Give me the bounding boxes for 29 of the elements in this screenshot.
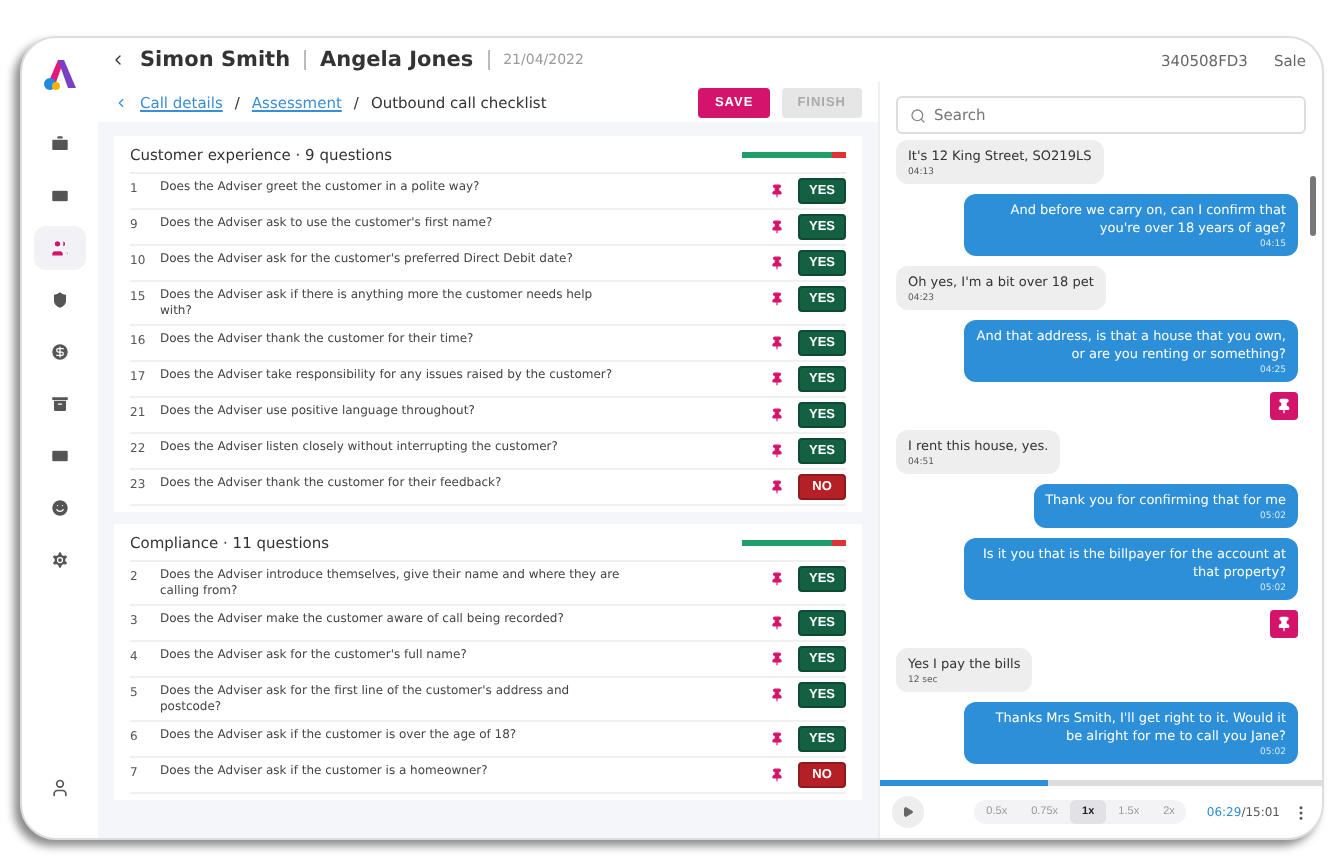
people-icon[interactable] [34, 226, 86, 270]
logo-icon [40, 54, 80, 94]
play-icon [902, 806, 914, 818]
pin-icon[interactable] [770, 372, 784, 386]
playback-track[interactable] [880, 780, 1322, 786]
adviser-name: Simon Smith [140, 48, 291, 72]
pin-icon[interactable] [770, 652, 784, 666]
pin-icon[interactable] [770, 688, 784, 702]
pin-button[interactable] [1270, 392, 1298, 420]
pin-icon[interactable] [770, 480, 784, 494]
pin-icon[interactable] [770, 408, 784, 422]
scrollbar-thumb[interactable] [1310, 176, 1316, 236]
customer-name: Angela Jones [320, 48, 474, 72]
search-icon [910, 107, 926, 123]
pin-icon[interactable] [770, 444, 784, 458]
pin-button[interactable] [1270, 610, 1298, 638]
pin-icon[interactable] [770, 616, 784, 630]
pin-icon[interactable] [770, 292, 784, 306]
pin-icon [1276, 616, 1292, 632]
back-icon[interactable] [110, 52, 126, 68]
pin-icon[interactable] [770, 184, 784, 198]
pin-icon[interactable] [770, 220, 784, 234]
pin-icon[interactable] [770, 336, 784, 350]
pin-icon[interactable] [770, 572, 784, 586]
pin-icon[interactable] [770, 768, 784, 782]
pin-icon [1276, 398, 1292, 414]
play-button[interactable] [892, 796, 924, 828]
pin-icon[interactable] [770, 256, 784, 270]
pin-icon[interactable] [770, 732, 784, 746]
